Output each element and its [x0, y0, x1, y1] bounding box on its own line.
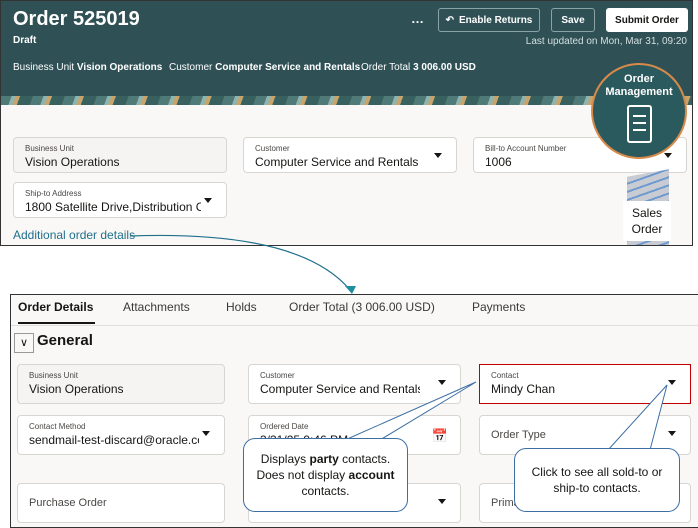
party-contacts-callout: Displays party contacts. Does not displa…	[243, 438, 408, 512]
contact-dropdown-callout: Click to see all sold-to or ship-to cont…	[514, 448, 680, 512]
